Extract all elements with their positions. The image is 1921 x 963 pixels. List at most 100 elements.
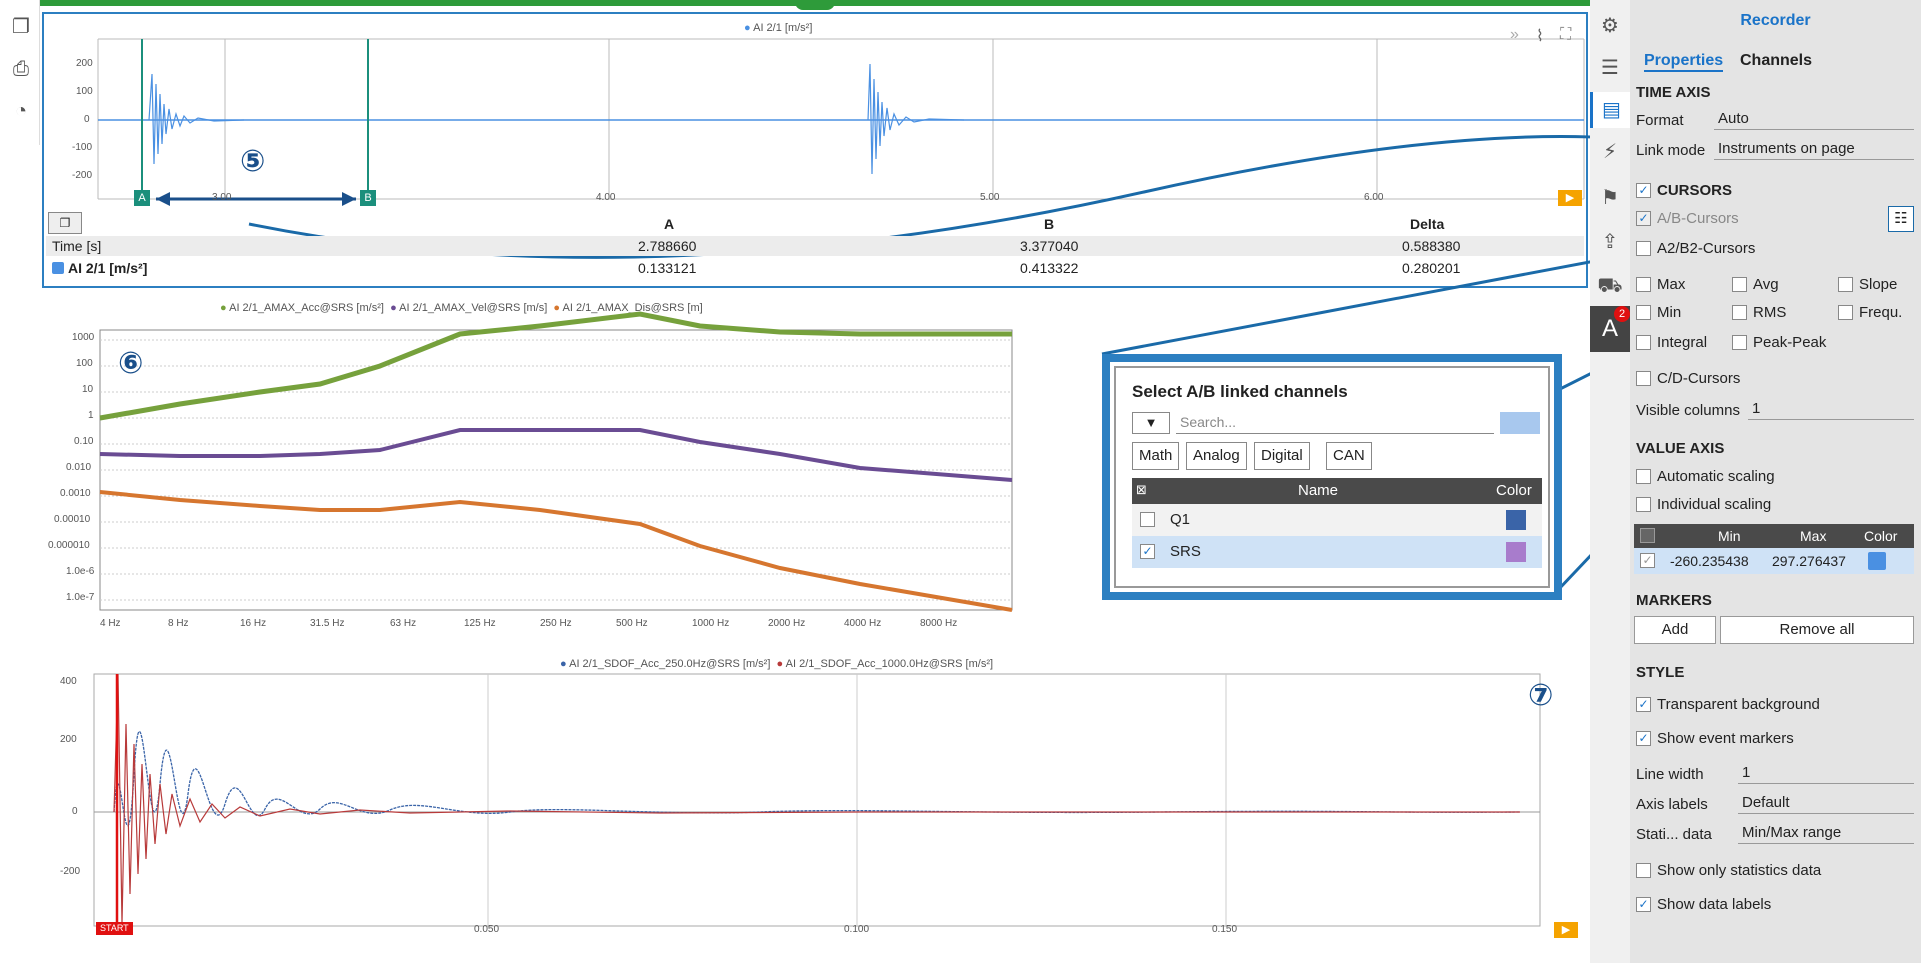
fullscreen-icon[interactable]: ⛶: [1560, 26, 1571, 44]
filter-math[interactable]: Math: [1132, 442, 1180, 470]
copy-icon[interactable]: ❐: [48, 212, 82, 234]
col-header-delta: Delta: [1410, 216, 1445, 232]
min-value[interactable]: -260.235438: [1670, 553, 1749, 569]
data-labels-checkbox[interactable]: ✓ Show data labels: [1636, 896, 1771, 913]
filter-icon[interactable]: ▼: [1132, 412, 1170, 434]
format-select[interactable]: Auto: [1714, 110, 1914, 130]
stat-peakpeak-checkbox[interactable]: Peak-Peak: [1732, 334, 1826, 351]
filter-analog[interactable]: Analog: [1186, 442, 1247, 470]
y-tick: 1000: [72, 332, 95, 343]
row-checkbox[interactable]: ✓: [1140, 544, 1155, 559]
col-max: Max: [1800, 528, 1827, 544]
list-icon[interactable]: ☰: [1590, 50, 1630, 86]
y-tick: 0: [72, 806, 78, 817]
stat-frequ-checkbox[interactable]: Frequ.: [1838, 304, 1902, 321]
y-tick: 1.0e-6: [66, 566, 95, 577]
stat-slope-checkbox[interactable]: Slope: [1838, 276, 1897, 293]
cursor-b-handle[interactable]: B: [360, 190, 376, 206]
cursor-a-handle[interactable]: A: [134, 190, 150, 206]
header-checkbox[interactable]: [1640, 528, 1655, 543]
flag-icon[interactable]: ⚑: [1590, 180, 1630, 216]
tab-channels[interactable]: Channels: [1740, 52, 1812, 70]
row-checkbox[interactable]: ✓: [1640, 553, 1655, 568]
cell-value: 2.788660: [638, 238, 697, 254]
dialog-title: Select A/B linked channels: [1132, 382, 1348, 401]
clear-selection-icon[interactable]: ⊠: [1136, 482, 1147, 498]
collapse-handle[interactable]: [795, 0, 835, 10]
a2b2-cursors-checkbox[interactable]: A2/B2-Cursors: [1636, 240, 1755, 257]
color-swatch[interactable]: [1868, 552, 1886, 570]
x-tick: 4.00: [596, 192, 616, 203]
x-tick: 250 Hz: [540, 618, 572, 629]
left-toolbar: ❐ ⎙ ◔: [0, 0, 40, 145]
stat-avg-checkbox[interactable]: Avg: [1732, 276, 1779, 293]
tree-view-icon[interactable]: [1500, 412, 1540, 434]
x-tick: 8 Hz: [168, 618, 189, 629]
x-tick: 0.050: [474, 924, 500, 935]
only-stats-checkbox[interactable]: Show only statistics data: [1636, 862, 1821, 879]
statistics-data-select[interactable]: Min/Max range: [1738, 824, 1914, 844]
table-row[interactable]: ✓ SRS: [1132, 536, 1542, 568]
cd-cursors-checkbox[interactable]: C/D-Cursors: [1636, 370, 1740, 387]
scaling-row[interactable]: ✓ -260.235438 297.276437: [1634, 548, 1914, 574]
gauge-icon[interactable]: ◔: [8, 98, 34, 124]
table-row[interactable]: Q1: [1132, 504, 1542, 536]
section-time-axis: TIME AXIS: [1636, 84, 1711, 101]
y-tick: 0.000010: [48, 540, 90, 551]
sdof-chart[interactable]: ● AI 2/1_SDOF_Acc_250.0Hz@SRS [m/s²] ● A…: [60, 654, 1590, 940]
add-marker-button[interactable]: Add: [1634, 616, 1716, 644]
print-icon[interactable]: ⎙: [8, 56, 34, 82]
tab-properties[interactable]: Properties: [1644, 52, 1724, 72]
linked-channels-icon[interactable]: ☷: [1888, 206, 1914, 232]
y-tick: 10: [82, 384, 94, 395]
y-tick: 0.010: [66, 462, 92, 473]
row-checkbox[interactable]: [1140, 512, 1155, 527]
car-icon[interactable]: ⛟: [1590, 268, 1630, 304]
panel-title: Recorder: [1740, 12, 1811, 29]
stat-rms-checkbox[interactable]: RMS: [1732, 304, 1786, 321]
x-tick: 31.5 Hz: [310, 618, 345, 629]
windows-icon[interactable]: ❐: [8, 14, 34, 40]
lightning-icon[interactable]: ⚡: [1590, 134, 1630, 170]
max-value[interactable]: 297.276437: [1772, 553, 1846, 569]
play-icon[interactable]: ▶: [1558, 190, 1582, 206]
color-swatch: [1506, 542, 1526, 562]
search-input[interactable]: Search...: [1176, 414, 1494, 434]
srs-chart[interactable]: ● AI 2/1_AMAX_Acc@SRS [m/s²] ● AI 2/1_AM…: [48, 294, 1020, 634]
line-width-input[interactable]: 1: [1738, 764, 1914, 784]
y-tick: 1.0e-7: [66, 592, 95, 603]
gear-icon[interactable]: ⚙: [1590, 8, 1630, 44]
y-tick: 0.10: [74, 436, 94, 447]
start-marker[interactable]: START: [96, 922, 133, 935]
cursors-toggle[interactable]: ✓ CURSORS: [1636, 182, 1732, 199]
expand-right-icon[interactable]: »: [1510, 26, 1519, 44]
col-color: Color: [1496, 482, 1532, 499]
remove-all-button[interactable]: Remove all: [1720, 616, 1914, 644]
linkmode-select[interactable]: Instruments on page: [1714, 140, 1914, 160]
filter-digital[interactable]: Digital: [1254, 442, 1310, 470]
col-header-a: A: [664, 216, 675, 232]
line-width-label: Line width: [1636, 766, 1704, 783]
recorder-icon[interactable]: ▤: [1590, 92, 1630, 128]
signal-mode-icon[interactable]: ⌇: [1536, 26, 1544, 46]
auto-scaling-checkbox[interactable]: Automatic scaling: [1636, 468, 1775, 485]
transparent-bg-checkbox[interactable]: ✓ Transparent background: [1636, 696, 1820, 713]
indiv-scaling-checkbox[interactable]: Individual scaling: [1636, 496, 1771, 513]
share-icon[interactable]: ⇪: [1590, 224, 1630, 260]
axis-labels-select[interactable]: Default: [1738, 794, 1914, 814]
event-markers-checkbox[interactable]: ✓ Show event markers: [1636, 730, 1794, 747]
cell-value: 0.280201: [1402, 260, 1461, 276]
filter-can[interactable]: CAN: [1326, 442, 1372, 470]
channel-name: SRS: [1170, 543, 1201, 560]
col-min: Min: [1718, 528, 1741, 544]
stat-max-checkbox[interactable]: Max: [1636, 276, 1685, 293]
linked-channels-dialog[interactable]: Select A/B linked channels ▼ Search... M…: [1102, 354, 1562, 600]
stat-min-checkbox[interactable]: Min: [1636, 304, 1681, 321]
cell-value: 0.133121: [638, 260, 697, 276]
visible-columns-input[interactable]: 1: [1748, 400, 1914, 420]
stat-integral-checkbox[interactable]: Integral: [1636, 334, 1707, 351]
col-name: Name: [1298, 482, 1339, 499]
play-icon[interactable]: ▶: [1554, 922, 1578, 938]
ab-cursors-checkbox[interactable]: ✓ A/B-Cursors: [1636, 210, 1739, 227]
recorder-chart-top[interactable]: ● AI 2/1 [m/s²] 200 100 0 -100 -200 3.00…: [42, 12, 1590, 288]
